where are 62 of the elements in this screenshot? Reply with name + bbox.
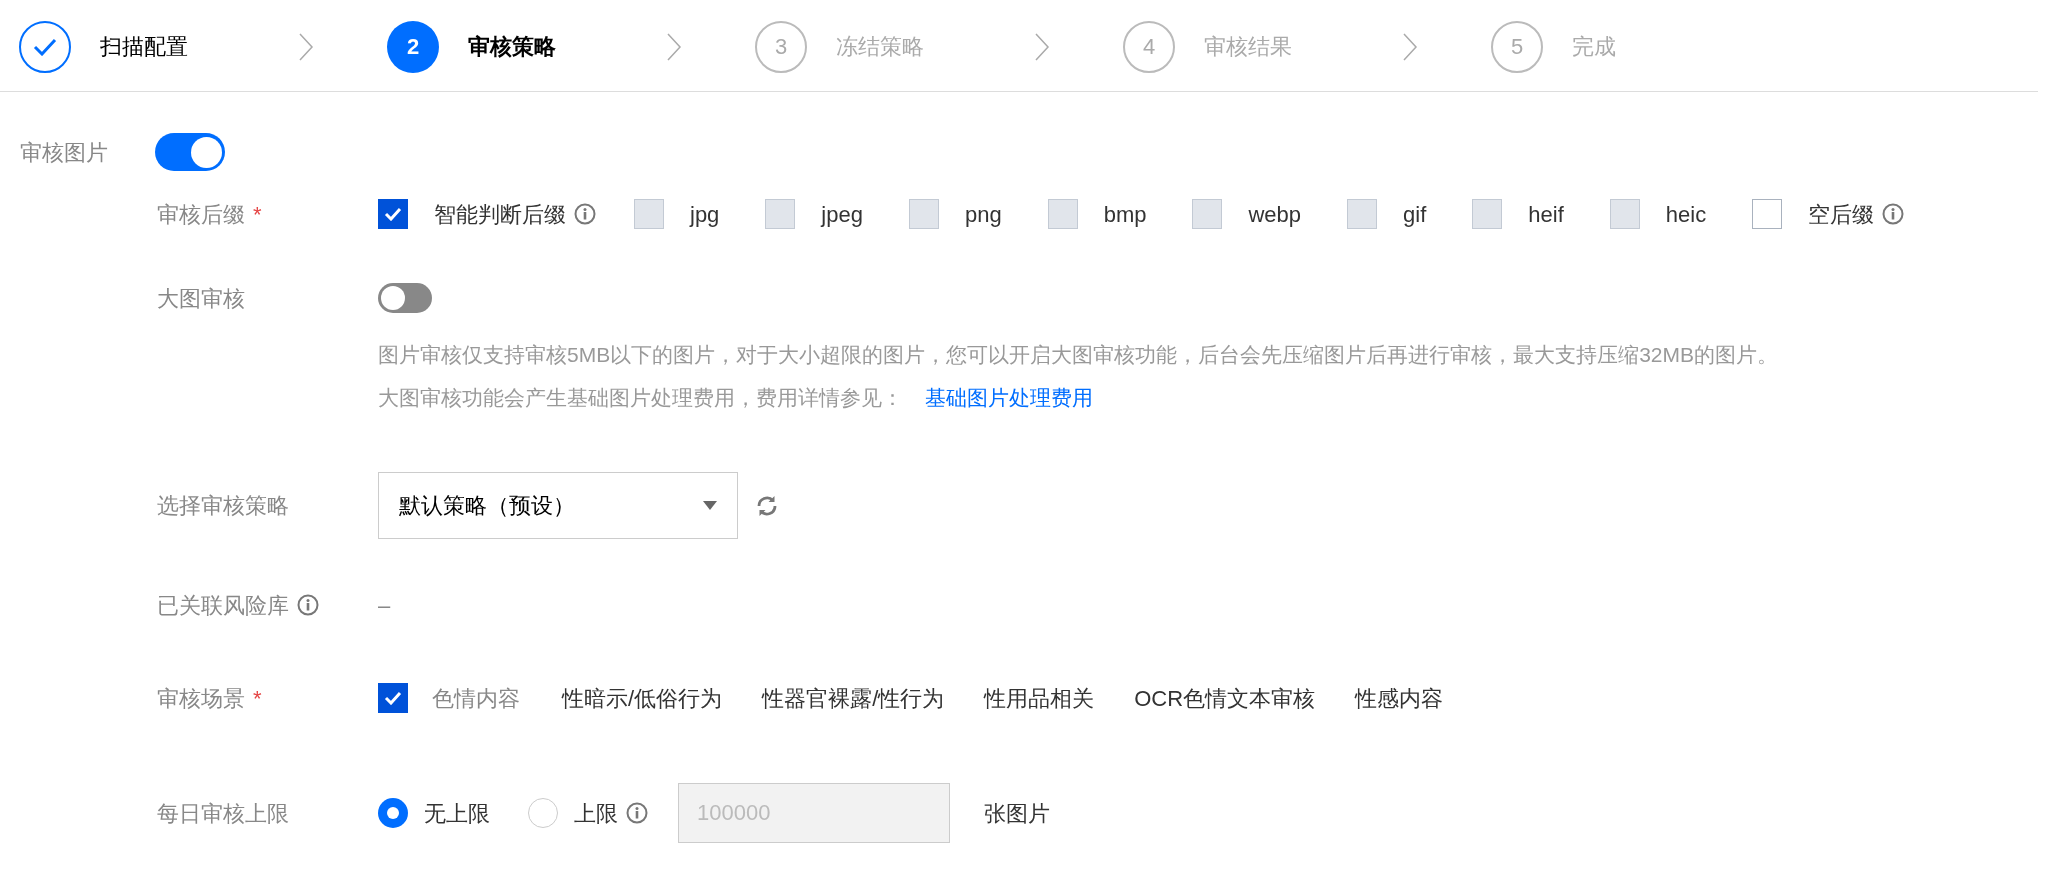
scene-label: 性器官裸露/性行为	[762, 684, 945, 713]
field-label: 已关联风险库	[157, 591, 289, 620]
refresh-icon[interactable]	[755, 493, 779, 518]
unit-label: 张图片	[984, 799, 1050, 828]
option-label: heic	[1665, 200, 1707, 229]
field-label: 审核后缀	[157, 200, 245, 229]
option-label: 无上限	[424, 799, 490, 828]
scene-label: 性用品相关	[984, 684, 1095, 713]
toggle-switch[interactable]	[378, 283, 432, 313]
step-indicator: 2	[387, 20, 439, 73]
scene-label: 性暗示/低俗行为	[562, 684, 723, 713]
checkbox[interactable]	[378, 683, 408, 713]
option-label: 空后缀	[1808, 200, 1875, 229]
option-label: png	[964, 200, 1002, 229]
option-label: 智能判断后缀	[434, 200, 566, 229]
option-label: jpeg	[821, 200, 863, 229]
step-indicator: 4	[1123, 20, 1175, 73]
option-label: heif	[1528, 200, 1564, 229]
scene-label: 性感内容	[1355, 684, 1444, 713]
step-indicator: 5	[1491, 20, 1543, 73]
pricing-link[interactable]: 基础图片处理费用	[925, 376, 1093, 419]
checkbox[interactable]	[378, 199, 408, 229]
info-icon	[626, 802, 648, 824]
checkmark-icon	[384, 691, 402, 705]
step-indicator: 3	[755, 20, 807, 73]
option-label: 色情内容	[432, 684, 520, 713]
option-label: 上限	[574, 799, 618, 828]
info-icon	[1882, 203, 1905, 225]
policy-select[interactable]: 默认策略（预设）	[378, 472, 738, 539]
step-label: 冻结策略	[836, 33, 925, 61]
check-icon	[33, 37, 57, 56]
required-mark: *	[253, 200, 262, 229]
section-label: 审核图片	[20, 138, 109, 167]
field-label: 每日审核上限	[157, 799, 289, 828]
scene-label: OCR色情文本审核	[1134, 684, 1316, 713]
radio-button[interactable]	[528, 798, 558, 828]
field-value: –	[378, 591, 391, 620]
step-label: 审核结果	[1204, 33, 1293, 61]
hint-text: 大图审核功能会产生基础图片处理费用，费用详情参见：	[378, 385, 903, 411]
field-label: 审核场景	[157, 684, 245, 713]
info-icon	[297, 594, 319, 616]
required-mark: *	[253, 684, 262, 713]
step-label: 完成	[1572, 33, 1617, 61]
hint-text: 图片审核仅支持审核5MB以下的图片，对于大小超限的图片，您可以开启大图审核功能，后台会先压缩图片后再进行审核，最大支持压缩32MB的图片。	[378, 342, 1779, 368]
option-label: jpg	[690, 200, 720, 229]
toggle-switch[interactable]	[155, 133, 225, 171]
chevron-right-icon	[666, 31, 682, 62]
option-label: bmp	[1103, 200, 1147, 229]
field-label: 大图审核	[157, 284, 245, 313]
checkmark-icon	[384, 207, 402, 221]
field-label: 选择审核策略	[157, 492, 289, 520]
step-label: 审核策略	[468, 33, 557, 61]
checkbox[interactable]	[1752, 199, 1783, 229]
info-icon	[574, 203, 596, 225]
chevron-right-icon	[1034, 31, 1050, 62]
option-label: gif	[1403, 200, 1427, 229]
option-label: webp	[1248, 200, 1302, 229]
step-label: 扫描配置	[100, 33, 189, 61]
caret-down-icon	[703, 501, 717, 510]
chevron-right-icon	[298, 31, 314, 62]
radio-button[interactable]	[378, 798, 408, 828]
chevron-right-icon	[1402, 31, 1418, 62]
